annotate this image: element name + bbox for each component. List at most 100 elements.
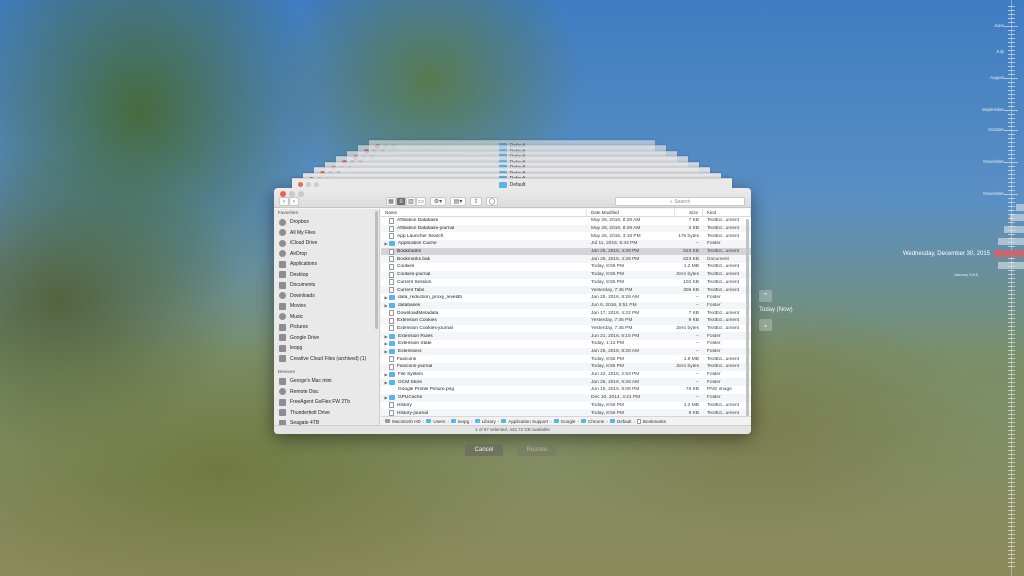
arrange-menu-button[interactable]: ▤▾ — [450, 197, 466, 206]
file-row[interactable]: Google Profile Picture.png Jun 15, 2016,… — [381, 386, 751, 394]
path-item[interactable]: leopg — [450, 419, 469, 424]
timeline-tick — [1008, 98, 1015, 99]
back-button[interactable]: ‹ — [279, 197, 289, 206]
path-item[interactable]: Default — [609, 419, 631, 424]
column-view-button[interactable]: ▥ — [406, 197, 416, 206]
folder-icon — [389, 395, 395, 401]
icon-view-button[interactable]: ▦ — [386, 197, 396, 206]
kind-column-header[interactable]: Kind — [703, 209, 751, 216]
file-kind: Folder — [707, 372, 721, 378]
file-row[interactable]: History Today, 8:55 PM 1.2 MB TextEd...u… — [381, 402, 751, 410]
timeline-snapshot-bar[interactable] — [998, 262, 1024, 269]
timeline-snapshot-bar[interactable] — [1016, 204, 1024, 211]
timeline-month-label[interactable]: December — [983, 191, 1004, 196]
sidebar-item[interactable]: Downloads — [274, 291, 379, 302]
timeline-snapshot-bar[interactable] — [1010, 214, 1024, 221]
timeline-month-label[interactable]: July — [996, 49, 1004, 54]
forward-button[interactable]: › — [289, 197, 299, 206]
file-row[interactable]: Affiliation Database May 28, 2016, 8:29 … — [381, 217, 751, 225]
timeline-snapshot-bar[interactable] — [1004, 226, 1024, 233]
name-column-header[interactable]: Name — [381, 209, 587, 216]
sidebar-item[interactable]: iCloud Drive — [274, 238, 379, 249]
timeline-month-label[interactable]: September — [982, 107, 1004, 112]
file-row[interactable]: ▶ Extension State Today, 1:13 PM -- Fold… — [381, 340, 751, 348]
sidebar-scrollbar[interactable] — [375, 211, 378, 329]
sidebar-item[interactable]: Music — [274, 312, 379, 323]
file-row[interactable]: Favicons-journal Today, 8:55 PM Zero byt… — [381, 363, 751, 371]
timeline-month-label[interactable]: June — [994, 23, 1004, 28]
sidebar-item[interactable]: Applications — [274, 259, 379, 270]
file-row[interactable]: Current Session Today, 8:55 PM 102 KB Te… — [381, 279, 751, 287]
folder-icon — [389, 333, 395, 339]
file-row[interactable]: App Launcher Search May 28, 2016, 3:18 P… — [381, 232, 751, 240]
document-icon — [389, 363, 394, 370]
timeline-snapshot-bar[interactable] — [998, 238, 1024, 245]
file-row[interactable]: ▶ GCM Store Jan 25, 2016, 8:28 AM -- Fol… — [381, 378, 751, 387]
file-row[interactable]: Current Tabs Yesterday, 7:45 PM 306 KB T… — [381, 286, 751, 294]
file-row[interactable]: Extension Cookies-journal Yesterday, 7:4… — [381, 325, 751, 333]
timeline-tick — [1008, 270, 1015, 271]
timeline-tick — [1008, 302, 1015, 303]
sidebar-item[interactable]: Dropbox — [274, 217, 379, 228]
date-column-header[interactable]: Date Modified — [587, 209, 675, 216]
sidebar-item[interactable]: Documents — [274, 280, 379, 291]
sidebar-item[interactable]: Remote Disc — [274, 387, 379, 398]
list-view-button[interactable]: ≡ — [396, 197, 406, 206]
sidebar-item[interactable]: leopg — [274, 343, 379, 354]
restore-button[interactable]: Restore — [518, 444, 556, 456]
sidebar-item[interactable]: Pictures — [274, 322, 379, 333]
path-item[interactable]: Application Support — [501, 419, 548, 424]
action-menu-button[interactable]: ⚙▾ — [430, 197, 446, 206]
sidebar-item[interactable]: All My Files — [274, 228, 379, 239]
sidebar-item[interactable]: Google Drive — [274, 333, 379, 344]
file-row[interactable]: Favicons Today, 8:55 PM 1.8 MB TextEd...… — [381, 355, 751, 363]
path-item[interactable]: Users — [426, 419, 445, 424]
navigate-forward-button[interactable]: ⌄ — [759, 319, 772, 331]
file-row[interactable]: ▶ Extension Rules Jun 21, 2016, 6:15 PM … — [381, 332, 751, 340]
timeline[interactable]: June July August September October November De… — [982, 0, 1024, 576]
file-row[interactable]: Cookies-journal Today, 8:56 PM Zero byte… — [381, 270, 751, 279]
file-row[interactable]: DownloadMetadata Jan 17, 2016, 4:22 PM 7… — [381, 309, 751, 317]
share-button[interactable]: ⇧ — [470, 197, 482, 206]
sidebar-item-label: Creative Cloud Files (archived) (1) — [290, 355, 367, 362]
file-row[interactable]: Extension Cookies Yesterday, 7:45 PM 9 K… — [381, 316, 751, 325]
path-item[interactable]: Chrome — [581, 419, 604, 424]
path-item[interactable]: Google — [553, 419, 575, 424]
file-row[interactable]: ▶ Application Cache Jul 11, 2016, 6:44 P… — [381, 240, 751, 248]
sidebar-item[interactable]: FreeAgent GoFlex FW 2Tb — [274, 397, 379, 408]
file-row[interactable]: ▶ GPUCache Dec 10, 2014, 4:21 PM -- Fold… — [381, 393, 751, 402]
path-item[interactable]: Library — [474, 419, 496, 424]
sidebar-item[interactable]: AirDrop — [274, 249, 379, 260]
timeline-month-label[interactable]: November — [983, 159, 1004, 164]
file-row[interactable]: Cookies Today, 8:56 PM 1.2 MB TextEd...u… — [381, 263, 751, 271]
sidebar-item[interactable]: George's Mac mini — [274, 376, 379, 387]
timeline-month-label[interactable]: August — [990, 75, 1004, 80]
sidebar-item[interactable]: Movies — [274, 301, 379, 312]
status-bar: 1 of 67 selected, 442.72 GB available — [274, 425, 751, 434]
sidebar-item[interactable]: Creative Cloud Files (archived) (1) — [274, 354, 379, 365]
file-row[interactable]: ▶ File System Jun 22, 2016, 2:53 PM -- F… — [381, 371, 751, 379]
path-item[interactable]: Macintosh HD — [385, 419, 421, 424]
file-list-scrollbar[interactable] — [746, 219, 749, 419]
search-field[interactable]: ⌕ Search — [615, 197, 745, 206]
file-row[interactable]: Affiliation Database-journal May 28, 201… — [381, 224, 751, 233]
stacked-window[interactable]: Default — [292, 178, 732, 190]
columns-icon: ▥ — [408, 199, 414, 205]
file-row[interactable]: ▶ Extensions Jan 25, 2016, 8:28 AM -- Fo… — [381, 347, 751, 356]
file-row[interactable]: ▶ databases Jun 6, 2016, 5:51 PM -- Fold… — [381, 301, 751, 310]
sidebar-item[interactable]: Desktop — [274, 270, 379, 281]
cancel-button[interactable]: Cancel — [465, 444, 503, 456]
sidebar-item[interactable]: Thunderbolt Drive — [274, 408, 379, 419]
timeline-current-marker[interactable] — [994, 250, 1024, 257]
file-row[interactable]: Bookmarks Jan 25, 2016, 4:28 PM 623 KB T… — [381, 247, 751, 256]
navigate-back-button[interactable]: ⌃ — [759, 290, 772, 302]
file-row[interactable]: Bookmarks.bak Jan 25, 2016, 4:28 PM 623 … — [381, 255, 751, 264]
cover-flow-button[interactable]: ▭ — [416, 197, 426, 206]
desktop-icon — [279, 271, 286, 279]
timeline-month-label[interactable]: October — [988, 127, 1004, 132]
file-name: App Launcher Search — [397, 233, 444, 239]
tags-button[interactable]: ◯ — [486, 197, 498, 206]
file-row[interactable]: ▶ data_reduction_proxy_leveldb Jan 25, 2… — [381, 294, 751, 302]
size-column-header[interactable]: Size — [675, 209, 703, 216]
path-item[interactable]: Bookmarks — [636, 418, 666, 424]
